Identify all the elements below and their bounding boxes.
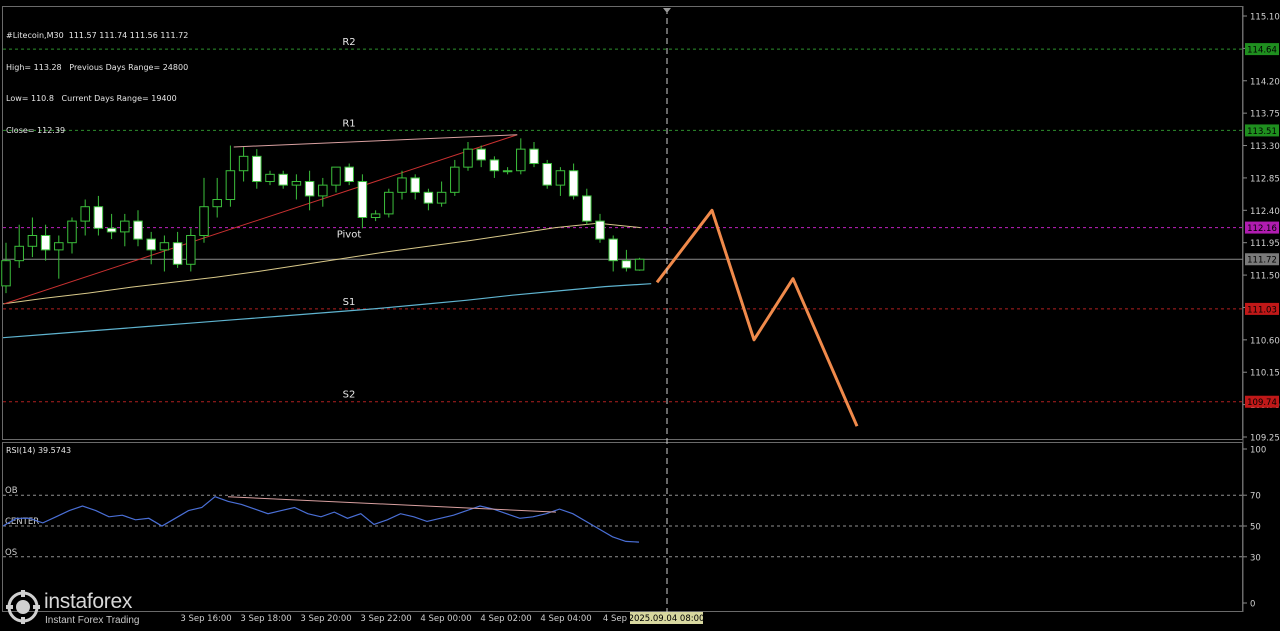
price-tick-label: 110.15	[1250, 369, 1280, 379]
level-label-s1: S1	[343, 297, 356, 308]
price-tick-label: 111.95	[1250, 239, 1280, 249]
candle-body	[159, 242, 170, 251]
candle-body	[93, 206, 104, 229]
candle-body	[27, 234, 38, 247]
time-tick-label: 3 Sep 20:00	[300, 614, 351, 624]
candle-body	[238, 155, 249, 172]
price-tag-label: 111.72	[1247, 256, 1277, 266]
candle-body	[67, 220, 77, 244]
rsi-level-label-os: OS	[5, 548, 17, 558]
candle-body	[40, 234, 51, 251]
candle-body	[304, 181, 315, 197]
candle-body	[146, 238, 156, 251]
candle-body	[397, 177, 407, 193]
level-label-pivot: Pivot	[337, 230, 362, 241]
price-tag-label: 114.64	[1247, 46, 1277, 56]
candle-body	[595, 220, 605, 240]
logo-name: instaforex	[44, 590, 133, 613]
rsi-tick-label: 70	[1250, 492, 1261, 502]
candle-body	[582, 195, 592, 222]
time-tick-label: 4 Sep 02:00	[480, 614, 531, 624]
candle-body	[225, 170, 236, 201]
candle-body	[476, 148, 486, 161]
candle-body	[318, 184, 328, 197]
level-label-r1: R1	[342, 118, 355, 129]
time-tick-label: 4 Sep 00:00	[420, 614, 471, 624]
price-tick-label: 112.85	[1250, 174, 1280, 184]
rsi-tick-label: 30	[1250, 553, 1261, 563]
candle-body	[529, 148, 539, 165]
time-axis: 3 Sep 16:00 3 Sep 18:00 3 Sep 20:00 3 Sep 2…	[180, 612, 704, 624]
level-label-s2: S2	[343, 390, 356, 401]
price-tag-label: 113.51	[1247, 127, 1277, 137]
candle-body	[120, 220, 130, 233]
symbol-info: #Litecoin,M30 111.57 111.74 111.56 111.7…	[6, 10, 188, 147]
candle-body	[133, 220, 143, 240]
candle-body	[199, 206, 209, 236]
candle-body	[212, 199, 222, 208]
candle-body	[1, 260, 11, 287]
candle-body	[186, 234, 196, 265]
price-tick-label: 110.60	[1250, 336, 1280, 346]
candle-body	[463, 148, 473, 168]
candle-body	[502, 170, 513, 173]
candle-body	[291, 181, 302, 186]
candle-body	[344, 166, 354, 183]
price-tick-label: 111.50	[1250, 272, 1280, 282]
candle-body	[568, 170, 579, 197]
logo-tagline: Instant Forex Trading	[45, 615, 140, 626]
price-tick-label: 109.25	[1250, 434, 1280, 444]
cursor-time-tag-label: 2025.09.04 08:00	[629, 614, 705, 624]
candle-body	[555, 170, 566, 186]
rsi-level-label-ob: OB	[5, 486, 18, 496]
price-tag-label: 112.16	[1247, 224, 1277, 234]
time-tick-label: 4 Sep 04:00	[540, 614, 591, 624]
level-label-r2: R2	[342, 37, 355, 48]
candle-body	[54, 242, 64, 251]
candle-body	[634, 258, 645, 271]
candle-body	[608, 238, 618, 262]
candle-body	[278, 173, 288, 186]
candle-body	[450, 166, 460, 193]
price-tick-label: 115.10	[1250, 13, 1280, 23]
time-tick-label: 3 Sep 22:00	[360, 614, 411, 624]
candle-body	[542, 163, 552, 186]
price-tick-label: 112.40	[1250, 207, 1280, 217]
candle-body	[410, 177, 420, 193]
price-tag-label: 109.74	[1247, 398, 1277, 408]
candle-body	[265, 173, 275, 183]
candle-body	[80, 206, 90, 222]
candle-body	[423, 191, 434, 204]
time-tick-label: 4 Sep	[603, 614, 627, 624]
rsi-title: RSI(14) 39.5743	[6, 446, 72, 455]
candle-body	[172, 242, 183, 265]
rsi-tick-label: 0	[1250, 600, 1255, 610]
high-line: High= 113.28 Previous Days Range= 24800	[6, 62, 189, 72]
candle-body	[252, 155, 262, 183]
price-tick-label: 113.75	[1250, 110, 1280, 120]
candle-body	[384, 191, 394, 215]
candle-body	[370, 213, 381, 219]
candle-body	[516, 148, 526, 172]
candle-body	[357, 181, 368, 219]
chart-canvas[interactable]: R2R1PivotS1S2 115.10114.65114.20113.7511…	[0, 0, 1280, 631]
candle-body	[14, 245, 24, 262]
time-tick-label: 3 Sep 18:00	[240, 614, 291, 624]
rsi-tick-label: 50	[1250, 523, 1261, 533]
price-tick-label: 113.30	[1250, 142, 1280, 152]
candle-body	[489, 159, 500, 172]
instaforex-logo-icon	[6, 590, 40, 624]
close-line: Close= 112.39	[6, 125, 66, 135]
instaforex-logo: instaforex Instant Forex Trading	[4, 588, 170, 628]
candle-body	[436, 191, 447, 204]
candle-body	[331, 166, 341, 186]
symbol-line: #Litecoin,M30 111.57 111.74 111.56 111.7…	[6, 31, 189, 40]
price-tag-label: 111.03	[1247, 305, 1277, 315]
rsi-tick-label: 100	[1250, 446, 1266, 456]
candle-body	[621, 260, 632, 269]
candle-body	[106, 227, 117, 233]
price-tick-label: 114.20	[1250, 77, 1280, 87]
low-line: Low= 110.8 Current Days Range= 19400	[6, 94, 177, 103]
time-tick-label: 3 Sep 16:00	[180, 614, 231, 624]
